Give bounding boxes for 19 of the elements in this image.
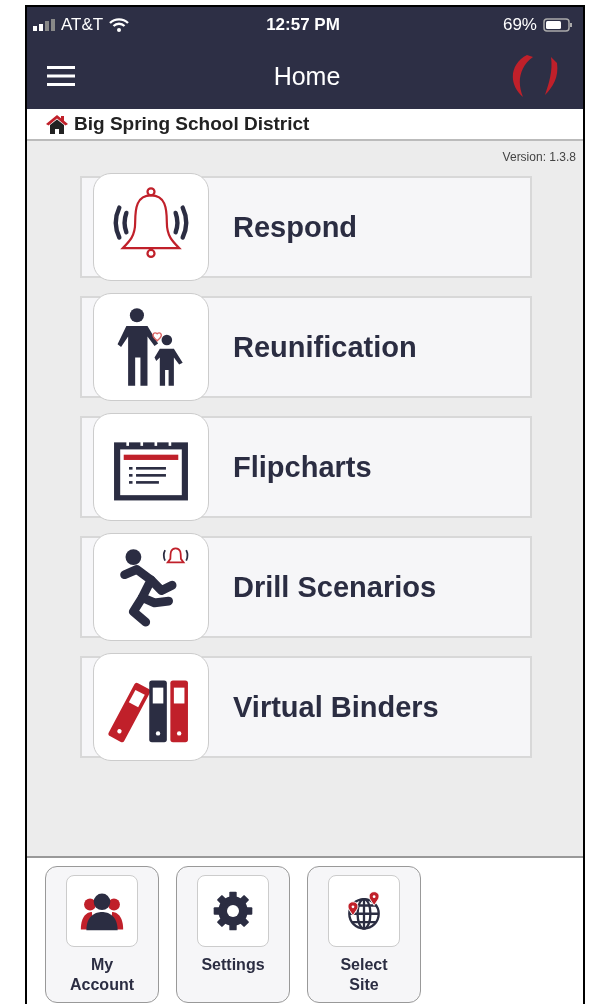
- district-name: Big Spring School District: [74, 113, 310, 135]
- toolbar-button[interactable]: Settings: [176, 866, 290, 1003]
- menu-tile[interactable]: Respond: [80, 176, 532, 278]
- version-label: Version: 1.3.8: [502, 150, 576, 164]
- menu-tile[interactable]: Flipcharts: [80, 416, 532, 518]
- status-time: 12:57 PM: [266, 15, 340, 35]
- battery-icon: [543, 18, 573, 32]
- signal-icon: [33, 19, 55, 31]
- menu-tile[interactable]: Reunification: [80, 296, 532, 398]
- home-icon: [46, 114, 68, 134]
- battery-percent: 69%: [502, 15, 537, 35]
- toolbar-button[interactable]: Select Site: [307, 866, 421, 1003]
- menu-tile[interactable]: Drill Scenarios: [80, 536, 532, 638]
- menu-tile[interactable]: Virtual Binders: [80, 656, 532, 758]
- toolbar-button[interactable]: My Account: [45, 866, 159, 1003]
- carrier-name: AT&T: [61, 15, 104, 35]
- menu-icon: [47, 65, 75, 87]
- wifi-icon: [109, 18, 130, 32]
- screen-title: Home: [273, 61, 341, 91]
